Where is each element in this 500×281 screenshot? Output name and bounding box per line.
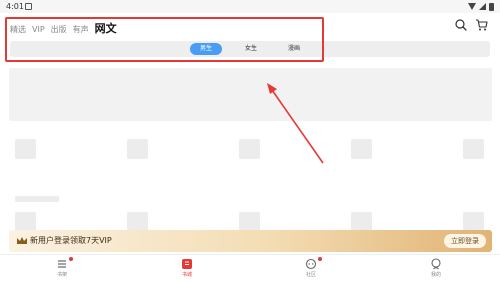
nav-label: 书城 bbox=[181, 272, 192, 278]
bookstore-icon bbox=[182, 259, 192, 269]
profile-icon bbox=[431, 258, 441, 270]
text-placeholder bbox=[15, 196, 59, 202]
badge-dot bbox=[69, 257, 73, 261]
badge-dot bbox=[318, 257, 322, 261]
login-now-button[interactable]: 立即登录 bbox=[444, 234, 486, 248]
notification-icon bbox=[25, 3, 32, 10]
nav-bookstore[interactable]: 书城 bbox=[167, 257, 207, 281]
grid-placeholder bbox=[127, 139, 148, 159]
grid-placeholder bbox=[463, 212, 484, 232]
grid-placeholder bbox=[127, 212, 148, 232]
gender-tab-bar: 男生 女生 漫画 bbox=[10, 41, 490, 57]
grid-placeholder bbox=[15, 212, 36, 232]
grid-placeholder bbox=[239, 212, 260, 232]
nav-label: 书架 bbox=[56, 272, 67, 278]
crown-icon bbox=[17, 237, 27, 244]
banner-placeholder bbox=[9, 68, 492, 121]
vip-promo-text: 新用户登录领取7天VIP bbox=[30, 236, 112, 245]
nav-label: 我的 bbox=[430, 272, 441, 278]
wifi-icon bbox=[468, 3, 476, 10]
nav-community[interactable]: 社区 bbox=[291, 257, 331, 281]
grid-placeholder bbox=[463, 139, 484, 159]
tab-web-novel[interactable]: 网文 bbox=[95, 20, 117, 36]
tab-featured[interactable]: 精选 bbox=[10, 24, 26, 35]
grid-placeholder bbox=[351, 139, 372, 159]
grid-placeholder bbox=[239, 139, 260, 159]
bottom-nav: 书架 书城 社区 我的 bbox=[0, 254, 500, 281]
status-bar: 4:01 bbox=[0, 0, 500, 13]
grid-placeholder bbox=[15, 139, 36, 159]
subtab-male[interactable]: 男生 bbox=[190, 43, 222, 55]
battery-icon bbox=[489, 2, 494, 11]
subtab-comics[interactable]: 漫画 bbox=[278, 43, 310, 55]
vip-promo-banner[interactable]: 新用户登录领取7天VIP 立即登录 bbox=[9, 230, 492, 252]
bookshelf-icon bbox=[58, 260, 66, 268]
cart-icon[interactable] bbox=[475, 19, 488, 31]
channel-tabs: 精选 VIP 出版 有声 网文 bbox=[10, 20, 117, 36]
search-icon[interactable] bbox=[455, 19, 467, 31]
subtab-female[interactable]: 女生 bbox=[235, 43, 267, 55]
tab-audio[interactable]: 有声 bbox=[73, 24, 89, 35]
status-time: 4:01 bbox=[6, 2, 24, 11]
tab-vip[interactable]: VIP bbox=[32, 25, 45, 34]
tab-publishing[interactable]: 出版 bbox=[51, 24, 67, 35]
grid-placeholder bbox=[351, 212, 372, 232]
status-indicators bbox=[468, 2, 494, 11]
top-nav: 精选 VIP 出版 有声 网文 bbox=[0, 13, 500, 41]
nav-bookshelf[interactable]: 书架 bbox=[42, 257, 82, 281]
nav-label: 社区 bbox=[305, 272, 316, 278]
community-icon bbox=[305, 258, 317, 270]
nav-profile[interactable]: 我的 bbox=[416, 257, 456, 281]
signal-icon bbox=[479, 3, 486, 10]
